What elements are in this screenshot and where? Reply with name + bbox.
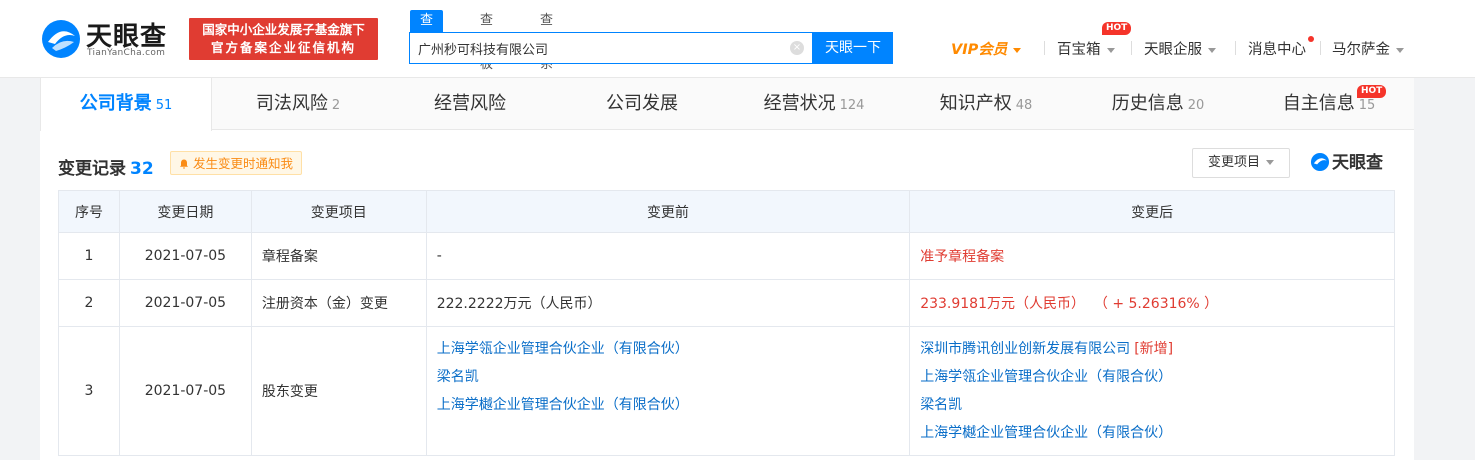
cell-date: 2021-07-05 — [118, 326, 252, 456]
nav-divider — [1044, 41, 1045, 55]
shareholder-link[interactable]: 梁名凯 — [920, 391, 1384, 419]
tab-judicial-risk[interactable]: 司法风险 2 — [212, 78, 384, 130]
header-nav: VIP会员 百宝箱 HOT 天眼企服 消息中心 马尔萨金 — [0, 22, 1475, 59]
nav-divider — [1235, 41, 1236, 55]
section-title-text: 变更记录 — [58, 159, 126, 179]
brand-watermark: 天眼查 — [1310, 151, 1383, 175]
tab-history[interactable]: 历史信息 20 — [1072, 78, 1244, 130]
col-header-after: 变更后 — [909, 190, 1395, 233]
tab-label: 知识产权 — [939, 93, 1012, 114]
section-title: 变更记录 32 — [58, 154, 154, 179]
cell-before: 222.2222万元（人民币） — [425, 279, 911, 327]
company-tabs: 公司背景 51 司法风险 2 经营风险 公司发展 经营状况 124 知识产权 48 历史… — [40, 78, 1414, 131]
cell-date: 2021-07-05 — [118, 279, 252, 327]
tab-operating-status[interactable]: 经营状况 124 — [728, 78, 900, 130]
tab-label: 经营风险 — [434, 93, 506, 114]
table-header-row: 序号 变更日期 变更项目 变更前 变更后 — [58, 190, 1395, 233]
col-header-no: 序号 — [58, 190, 120, 233]
table-row: 1 2021-07-05 章程备案 - 准予章程备案 — [58, 232, 1395, 280]
chevron-down-icon — [1266, 160, 1274, 165]
logo-eye-icon — [1310, 152, 1330, 172]
tab-count: 2 — [331, 98, 341, 113]
cell-item: 章程备案 — [250, 232, 427, 280]
hot-badge: HOT — [1102, 22, 1132, 35]
cell-after: 准予章程备案 — [909, 232, 1395, 280]
top-header: 天眼查 TianYanCha.com 国家中小企业发展子基金旗下 官方备案企业征… — [0, 0, 1475, 78]
section-count: 32 — [130, 159, 154, 179]
chevron-down-icon — [1013, 47, 1022, 53]
col-header-date: 变更日期 — [118, 190, 252, 233]
message-center-link[interactable]: 消息中心 — [1248, 38, 1306, 59]
shareholder-link[interactable]: 梁名凯 — [437, 363, 899, 391]
tab-label: 自主信息 — [1282, 93, 1355, 114]
tab-label: 公司背景 — [79, 93, 152, 114]
tab-intellectual-property[interactable]: 知识产权 48 — [900, 78, 1072, 130]
cell-item: 注册资本（金）变更 — [250, 279, 427, 327]
chevron-down-icon — [1396, 47, 1404, 53]
baobaoxiang-menu[interactable]: 百宝箱 — [1057, 38, 1115, 59]
shareholder-name: 深圳市腾讯创业创新发展有限公司 — [920, 341, 1131, 357]
tab-count: 51 — [155, 98, 173, 113]
notify-on-change-button[interactable]: 发生变更时通知我 — [170, 151, 303, 175]
user-menu[interactable]: 马尔萨金 — [1332, 38, 1404, 59]
vip-label: VIP会员 — [951, 42, 1008, 58]
cell-after: 233.9181万元（人民币） （ + 5.26316% ） — [909, 279, 1395, 327]
change-item-filter[interactable]: 变更项目 — [1192, 148, 1290, 178]
shareholder-link[interactable]: 上海学樾企业管理合伙企业（有限合伙） — [920, 419, 1384, 447]
cell-no: 1 — [58, 232, 120, 280]
cell-before: - — [425, 232, 911, 280]
tab-label: 经营状况 — [763, 93, 836, 114]
nav-divider — [1320, 41, 1321, 55]
tab-company-development[interactable]: 公司发展 — [556, 78, 728, 130]
tab-count: 48 — [1015, 98, 1033, 113]
notify-label: 发生变更时通知我 — [193, 156, 294, 171]
new-tag: [新增] — [1134, 341, 1174, 357]
search-tab-boss[interactable]: 查老板 — [480, 10, 493, 72]
shareholder-link[interactable]: 上海学瓴企业管理合伙企业（有限合伙） — [437, 335, 899, 363]
after-value: 准予章程备案 — [920, 249, 1005, 265]
unread-dot — [1308, 36, 1314, 42]
table-row: 3 2021-07-05 股东变更 上海学瓴企业管理合伙企业（有限合伙） 梁名凯… — [58, 326, 1395, 456]
baobaoxiang-label: 百宝箱 — [1057, 42, 1101, 58]
after-value: 233.9181万元（人民币） （ + 5.26316% ） — [920, 296, 1219, 312]
tab-label: 公司发展 — [606, 93, 678, 114]
tab-self-info[interactable]: 自主信息 15 — [1244, 78, 1414, 130]
filter-label: 变更项目 — [1207, 155, 1260, 170]
slogan-line-1: 国家中小企业发展子基金旗下 — [202, 22, 365, 37]
qifu-menu[interactable]: 天眼企服 — [1144, 38, 1216, 59]
col-header-item: 变更项目 — [250, 190, 427, 233]
tab-company-background[interactable]: 公司背景 51 — [40, 78, 212, 131]
vip-member-link[interactable]: VIP会员 — [951, 38, 1022, 59]
shareholder-link[interactable]: 上海学瓴企业管理合伙企业（有限合伙） — [920, 363, 1384, 391]
col-header-before: 变更前 — [425, 190, 911, 233]
shareholder-link[interactable]: 深圳市腾讯创业创新发展有限公司 [新增] — [920, 335, 1384, 363]
cell-after: 深圳市腾讯创业创新发展有限公司 [新增] 上海学瓴企业管理合伙企业（有限合伙） 梁… — [909, 326, 1395, 456]
change-records-table: 序号 变更日期 变更项目 变更前 变更后 1 2021-07-05 章程备案 -… — [58, 190, 1395, 456]
cell-no: 2 — [58, 279, 120, 327]
cell-no: 3 — [58, 326, 120, 456]
search-tab-company[interactable]: 查公司 — [410, 10, 444, 72]
cell-item: 股东变更 — [250, 326, 427, 456]
nav-divider — [1131, 41, 1132, 55]
tab-label: 历史信息 — [1111, 93, 1184, 114]
hot-badge: HOT — [1357, 85, 1387, 98]
bell-icon — [180, 159, 188, 169]
user-name: 马尔萨金 — [1332, 42, 1390, 58]
qifu-label: 天眼企服 — [1144, 42, 1202, 58]
shareholder-link[interactable]: 上海学樾企业管理合伙企业（有限合伙） — [437, 391, 899, 419]
main-panel: 公司背景 51 司法风险 2 经营风险 公司发展 经营状况 124 知识产权 48 历史… — [40, 78, 1414, 460]
chevron-down-icon — [1106, 47, 1115, 53]
table-row: 2 2021-07-05 注册资本（金）变更 222.2222万元（人民币） 2… — [58, 279, 1395, 327]
tab-label: 司法风险 — [255, 93, 328, 114]
tab-count: 15 — [1358, 98, 1376, 113]
chevron-down-icon — [1208, 47, 1216, 53]
cell-date: 2021-07-05 — [118, 232, 252, 280]
tab-count: 20 — [1187, 98, 1205, 113]
brand-text: 天眼查 — [1332, 153, 1383, 173]
search-tab-relation[interactable]: 查关系 — [540, 10, 553, 72]
tab-count: 124 — [839, 98, 865, 113]
cell-before: 上海学瓴企业管理合伙企业（有限合伙） 梁名凯 上海学樾企业管理合伙企业（有限合伙… — [425, 326, 911, 456]
tab-operating-risk[interactable]: 经营风险 — [384, 78, 556, 130]
